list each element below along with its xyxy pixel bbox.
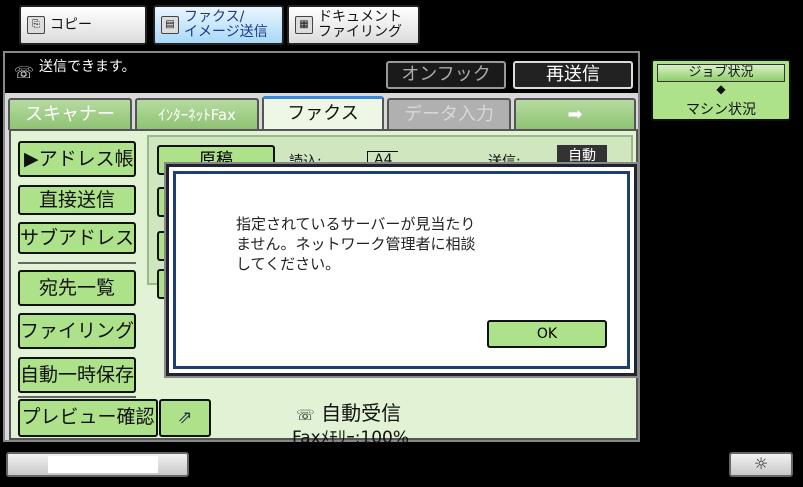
preview-check-button[interactable]: プレビュー確認 bbox=[18, 399, 158, 437]
dialog-frame: 指定されているサーバーが見当たり ません。ネットワーク管理者に相談 してください… bbox=[173, 171, 630, 369]
destination-list-button[interactable]: 宛先一覧 bbox=[18, 270, 136, 306]
sidebar-divider bbox=[18, 396, 136, 398]
bottom-left-field bbox=[48, 456, 158, 473]
fax-icon: ▤ bbox=[161, 16, 179, 34]
auto-temp-save-button[interactable]: 自動一時保存 bbox=[18, 357, 136, 393]
filing-button[interactable]: ファイリング bbox=[18, 313, 136, 349]
tab-data-input[interactable]: データ入力 bbox=[387, 98, 511, 130]
status-bar: ☏ 送信できます。 オンフック 再送信 bbox=[5, 53, 638, 93]
tab-fax[interactable]: ファクス bbox=[262, 96, 384, 130]
fax-memory-status: Faxﾒﾓﾘｰ:100% bbox=[292, 428, 410, 448]
brightness-button[interactable]: ☼ bbox=[729, 452, 793, 477]
mode-tab-document-filing[interactable]: ▦ ドキュメント ファイリング bbox=[287, 5, 420, 45]
filing-icon: ▦ bbox=[295, 16, 313, 34]
toggle-arrow-icon: ◆ bbox=[716, 82, 726, 96]
job-status-label: ジョブ状況 bbox=[657, 64, 785, 82]
status-message: 送信できます。 bbox=[39, 59, 136, 75]
tab-internet-fax[interactable]: ｲﾝﾀｰﾈｯﾄFax bbox=[135, 98, 259, 130]
mode-tab-label: ドキュメント ファイリング bbox=[318, 9, 402, 40]
preview-icon-button[interactable]: ⇗ bbox=[159, 399, 211, 437]
auto-receive-label: 自動受信 bbox=[321, 401, 402, 425]
direct-send-button[interactable]: 直接送信 bbox=[18, 185, 136, 215]
tab-next-arrow[interactable]: ➡ bbox=[514, 98, 636, 130]
tab-scanner[interactable]: スキャナー bbox=[8, 98, 132, 130]
phone-icon: ☏ bbox=[14, 63, 35, 82]
dialog-message: 指定されているサーバーが見当たり ません。ネットワーク管理者に相談 してください… bbox=[236, 215, 476, 273]
auto-receive-status: ☏ 自動受信 bbox=[296, 397, 401, 426]
ok-button[interactable]: OK bbox=[487, 320, 607, 348]
copy-icon: ⎘ bbox=[27, 16, 45, 34]
resend-button[interactable]: 再送信 bbox=[513, 61, 633, 89]
brightness-icon: ☼ bbox=[753, 454, 769, 473]
mode-tab-label: ファクス/ イメージ送信 bbox=[184, 9, 268, 40]
sidebar-divider bbox=[18, 262, 136, 264]
machine-status-label: マシン状況 bbox=[686, 102, 756, 118]
bottom-left-button[interactable] bbox=[6, 452, 189, 477]
fax-receive-icon: ☏ bbox=[296, 406, 315, 424]
address-book-button[interactable]: ▶アドレス帳 bbox=[18, 141, 136, 177]
onhook-button[interactable]: オンフック bbox=[386, 61, 506, 89]
preview-icon: ⇗ bbox=[177, 407, 193, 428]
job-status-button[interactable]: ジョブ状況 ◆ マシン状況 bbox=[651, 59, 791, 121]
mode-tab-label: コピー bbox=[50, 16, 92, 33]
error-dialog: 指定されているサーバーが見当たり ません。ネットワーク管理者に相談 してください… bbox=[164, 162, 639, 378]
mode-tab-copy[interactable]: ⎘ コピー bbox=[19, 5, 147, 45]
mode-tab-fax-image-send[interactable]: ▤ ファクス/ イメージ送信 bbox=[153, 5, 284, 45]
subaddress-button[interactable]: サブアドレス bbox=[18, 222, 136, 254]
